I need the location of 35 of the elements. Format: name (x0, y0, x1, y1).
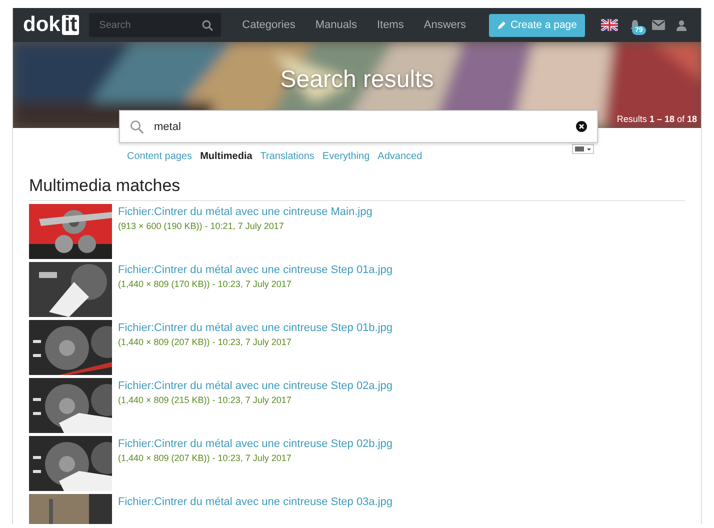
result-meta: (1,440 × 809 (170 KB)) - 10:23, 7 July 2017 (118, 279, 292, 289)
result-meta: (1,440 × 809 (207 KB)) - 10:23, 7 July 2017 (118, 453, 292, 463)
nav-link[interactable]: Items (376, 19, 404, 31)
logo[interactable]: dok it (23, 13, 80, 37)
result-link[interactable]: Fichier:Cintrer du métal avec une cintreuse Step 02a.jpg (118, 380, 393, 392)
result-link[interactable]: Fichier:Cintrer du métal avec une cintreuse Main.jpg (118, 206, 372, 218)
nav-link[interactable]: Manuals (315, 19, 357, 31)
search-tab[interactable]: Multimedia (200, 151, 252, 162)
search-tab[interactable]: Advanced (378, 151, 422, 162)
section-heading: Multimedia matches (29, 176, 685, 201)
results-count: Results 1 – 18 of 18 (616, 114, 697, 124)
result-link[interactable]: Fichier:Cintrer du métal avec une cintreuse Step 03a.jpg (118, 496, 393, 508)
create-page-button[interactable]: Create a page (489, 14, 585, 36)
clear-icon[interactable] (576, 121, 587, 132)
search-icon (202, 20, 214, 30)
search-tab[interactable]: Translations (260, 151, 314, 162)
result-meta: (913 × 600 (190 KB)) - 10:21, 7 July 2017 (118, 221, 285, 231)
search-icon (130, 120, 144, 134)
mail-icon[interactable] (652, 20, 665, 30)
user-icon[interactable] (676, 20, 687, 30)
search-field[interactable]: Search (89, 13, 222, 37)
nav-link[interactable]: Answers (424, 19, 466, 31)
keyboard-icon[interactable] (572, 144, 594, 154)
result-link[interactable]: Fichier:Cintrer du métal avec une cintreuse Step 01a.jpg (118, 264, 393, 276)
flag-icon[interactable] (601, 19, 618, 31)
search-field[interactable]: metal (119, 110, 598, 143)
search-tab[interactable]: Content pages (127, 151, 192, 162)
search-input[interactable]: Search (97, 18, 202, 32)
pencil-icon (497, 20, 506, 30)
result-link[interactable]: Fichier:Cintrer du métal avec une cintreuse Step 01b.jpg (118, 322, 393, 334)
search-tab[interactable]: Everything (322, 151, 370, 162)
result-meta: (1,440 × 809 (215 KB)) - 10:23, 7 July 2017 (118, 395, 292, 405)
result-link[interactable]: Fichier:Cintrer du métal avec une cintreuse Step 02b.jpg (118, 438, 393, 450)
nav-link[interactable]: Categories (242, 19, 296, 31)
result-meta: (1,440 × 809 (207 KB)) - 10:23, 7 July 2017 (118, 337, 292, 347)
